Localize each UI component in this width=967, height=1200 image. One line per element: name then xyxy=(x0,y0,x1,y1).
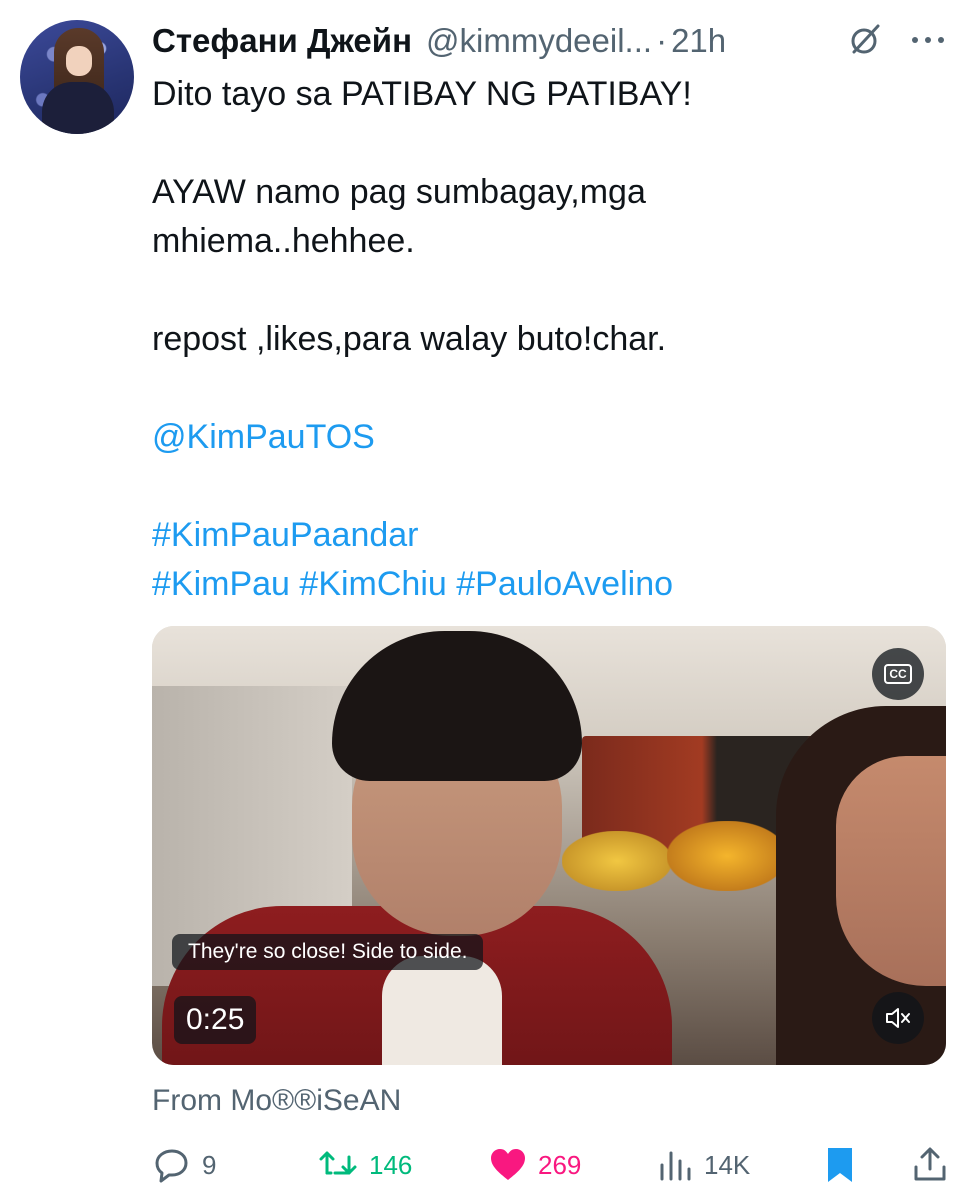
reply-button[interactable]: 9 xyxy=(152,1140,216,1190)
tweet-time[interactable]: 21h xyxy=(671,22,726,60)
video-player[interactable]: CC They're so close! Side to side. 0:25 xyxy=(152,626,946,1065)
tweet-line: Dito tayo sa PATIBAY NG PATIBAY! xyxy=(152,75,692,113)
grok-icon[interactable] xyxy=(847,22,883,58)
mute-icon xyxy=(886,1008,910,1028)
mute-button[interactable] xyxy=(872,992,924,1044)
mention-link[interactable]: @KimPauTOS xyxy=(152,413,932,462)
captions-button[interactable]: CC xyxy=(872,648,924,700)
tweet-text: Dito tayo sa PATIBAY NG PATIBAY! AYAW na… xyxy=(152,70,932,609)
like-button[interactable]: 269 xyxy=(488,1140,581,1190)
hashtag-links[interactable]: #KimPau #KimChiu #PauloAvelino xyxy=(152,560,932,609)
cc-icon: CC xyxy=(884,664,912,684)
reply-count: 9 xyxy=(202,1149,217,1180)
views-count: 14K xyxy=(704,1149,751,1180)
like-count: 269 xyxy=(538,1149,582,1180)
author-name[interactable]: Стефани Джейн xyxy=(152,22,412,60)
share-button[interactable] xyxy=(912,1140,948,1190)
tweet-line: AYAW namo pag sumbagay,mga xyxy=(152,173,646,211)
tweet-header: Стефани Джейн @kimmydeeil... · 21h xyxy=(152,18,947,64)
views-button[interactable]: 14K xyxy=(658,1140,750,1190)
share-icon xyxy=(914,1147,946,1181)
action-bar: 9 146 269 14K xyxy=(152,1140,947,1190)
repost-button[interactable]: 146 xyxy=(317,1140,412,1190)
repost-icon xyxy=(319,1151,357,1175)
video-caption: They're so close! Side to side. xyxy=(172,934,484,970)
hashtag-link[interactable]: #KimPauPaandar xyxy=(152,511,932,560)
avatar-face xyxy=(66,46,92,76)
tweet-line: repost ,likes,para walay buto!char. xyxy=(152,320,667,358)
bookmark-icon xyxy=(828,1148,852,1182)
tweet[interactable]: Стефани Джейн @kimmydeeil... · 21h Dito … xyxy=(0,0,967,1200)
more-icon[interactable] xyxy=(909,22,947,58)
bookmark-button[interactable] xyxy=(824,1140,856,1190)
reply-icon xyxy=(155,1149,188,1183)
header-actions xyxy=(847,22,947,58)
avatar[interactable] xyxy=(20,20,134,134)
like-icon xyxy=(491,1149,525,1180)
avatar-coat xyxy=(42,82,114,134)
tweet-line: mhiema..hehhee. xyxy=(152,222,415,260)
video-attribution[interactable]: From Mo®®iSeAN xyxy=(152,1084,401,1118)
separator-dot: · xyxy=(656,22,668,59)
video-timer: 0:25 xyxy=(174,996,257,1044)
views-icon xyxy=(660,1151,691,1181)
author-handle[interactable]: @kimmydeeil... xyxy=(426,22,652,60)
repost-count: 146 xyxy=(369,1149,413,1180)
